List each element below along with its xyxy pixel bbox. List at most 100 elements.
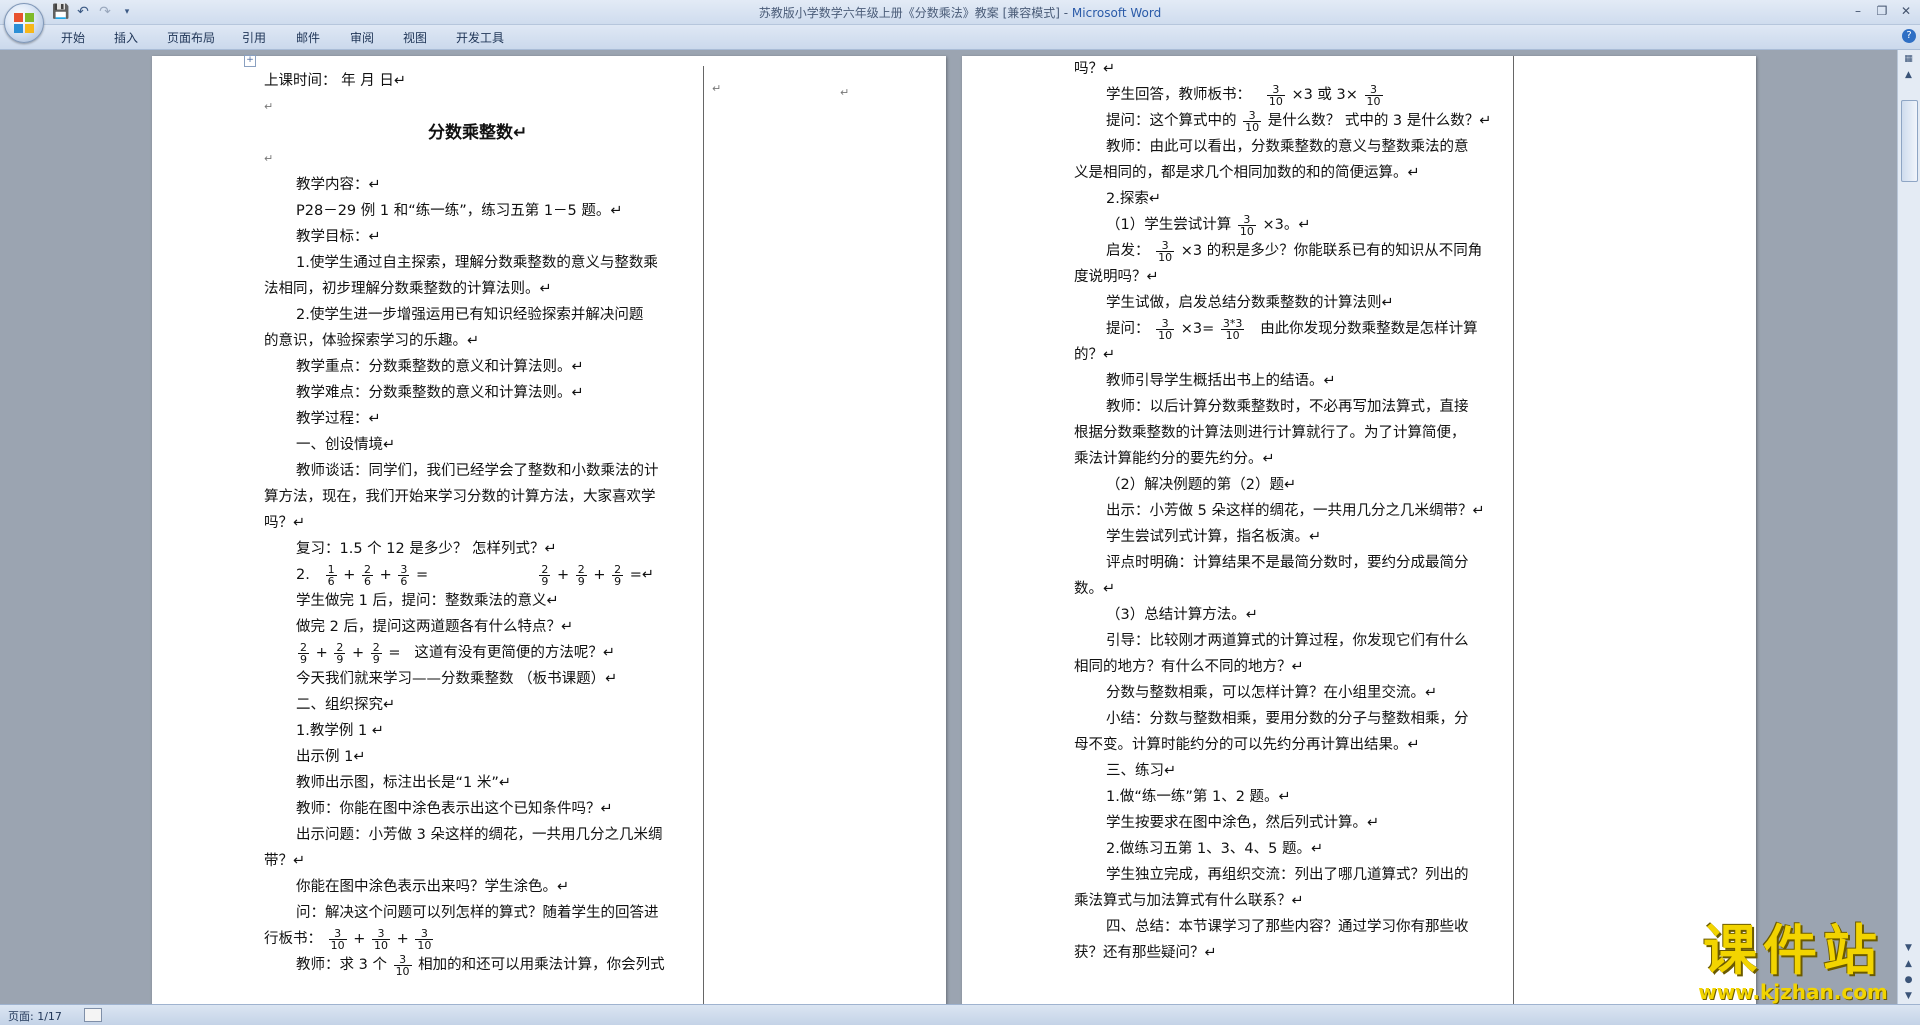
minimize-icon[interactable]: –: [1848, 2, 1868, 20]
scroll-up-icon[interactable]: ▲: [1901, 68, 1916, 82]
text-line: 学生做完 1 后，提问：整数乘法的意义↵: [296, 593, 559, 609]
text-line: 相同的地方？有什么不同的地方？↵: [1074, 659, 1304, 675]
text-line: 2.探索↵: [1106, 191, 1161, 207]
window-title: 苏教版小学数学六年级上册《分数乘法》教案 [兼容模式] - Microsoft …: [0, 4, 1920, 21]
text-line: 问：解决这个问题可以列怎样的算式？随着学生的回答进: [296, 905, 659, 921]
tab-view[interactable]: 视图: [403, 29, 427, 46]
text-line: 分数与整数相乘，可以怎样计算？在小组里交流。↵: [1106, 685, 1438, 701]
try-fraction-line: （1）学生尝试计算 3 10 ×3。↵: [1106, 212, 1311, 238]
paragraph-mark: ↵: [264, 152, 274, 165]
text-line: 学生试做，启发总结分数乘整数的计算法则↵: [1106, 295, 1394, 311]
fraction: 3 10: [1243, 108, 1262, 134]
text-line: 2.做练习五第 1、3、4、5 题。↵: [1106, 841, 1324, 857]
office-button[interactable]: [4, 3, 44, 43]
ribbon-tab-bar: 开始 插入 页面布局 引用 邮件 审阅 视图 开发工具 ?: [0, 25, 1920, 50]
text-line: 教师：你能在图中涂色表示出这个已知条件吗？↵: [296, 801, 613, 817]
document-page-2[interactable]: 吗？↵ 学生回答，教师板书： 3 10 ×3 或 3× 3 10 提问：这个算式中的…: [962, 56, 1756, 1005]
text-line: 出示问题：小芳做 3 朵这样的绸花，一共用几分之几米绸: [296, 827, 663, 843]
text-line: 教师引导学生概括出书上的结语。↵: [1106, 373, 1336, 389]
text-line: 度说明吗？↵: [1074, 269, 1159, 285]
fraction: 36: [398, 562, 410, 588]
fraction: 3 10: [1266, 82, 1285, 108]
text-line: 带？↵: [264, 853, 306, 869]
text-line: 教学内容：↵: [296, 177, 381, 193]
restore-icon[interactable]: ❐: [1872, 2, 1892, 20]
text-line: 二、组织探究↵: [296, 697, 396, 713]
text-line: 算方法，现在，我们开始来学习分数的计算方法，大家喜欢学: [264, 489, 656, 505]
tab-references[interactable]: 引用: [242, 29, 266, 46]
document-area[interactable]: + ↵ ↵ 上课时间： 年 月 日↵ ↵ 分数乘整数↵ ↵ 教学内容：↵ P28…: [0, 50, 1898, 1005]
lesson-title: 分数乘整数↵: [428, 123, 528, 143]
ruler-toggle-icon[interactable]: ▦: [1901, 52, 1916, 66]
text-line: 教学重点：分数乘整数的意义和计算法则。↵: [296, 359, 584, 375]
paragraph-mark: ↵: [264, 100, 274, 113]
help-icon[interactable]: ?: [1902, 29, 1916, 43]
text-line: 复习：1.5 个 12 是多少？ 怎样列式？↵: [296, 541, 557, 557]
text-line: 1.使学生通过自主探索，理解分数乘整数的意义与整数乘: [296, 255, 658, 271]
text-line: P28－29 例 1 和“练一练”，练习五第 1－5 题。↵: [296, 203, 623, 219]
text-line: 教学过程：↵: [296, 411, 381, 427]
text-line: 引导：比较刚才两道算式的计算过程，你发现它们有什么: [1106, 633, 1469, 649]
fraction: 29: [298, 640, 309, 666]
text-line: 你能在图中涂色表示出来吗？学生涂色。↵: [296, 879, 570, 895]
text-line: 教学目标：↵: [296, 229, 381, 245]
fraction: 3 10: [415, 926, 434, 952]
fraction: 3 10: [1364, 82, 1383, 108]
text-line: 教师出示图，标注出长是“1 米”↵: [296, 775, 512, 791]
text-line: 做完 2 后，提问这两道题各有什么特点？↵: [296, 619, 574, 635]
scroll-thumb[interactable]: [1901, 100, 1918, 182]
text-line: 获？还有那些疑问？↵: [1074, 945, 1217, 961]
site-watermark: 课件站 www.kjzhan.com: [1678, 921, 1908, 1004]
text-line: 1.做“练一练”第 1、2 题。↵: [1106, 789, 1291, 805]
tab-home[interactable]: 开始: [61, 29, 85, 46]
office-logo-icon: [14, 13, 34, 33]
fraction-question-line: 29 + 29 + 29 = 这道有没有更简便的方法呢？↵: [298, 640, 615, 666]
text-line: 今天我们就来学习——分数乘整数 （板书课题）↵: [296, 671, 618, 687]
text-line: （2）解决例题的第（2）题↵: [1106, 477, 1297, 493]
watermark-url: www.kjzhan.com: [1698, 980, 1888, 1004]
text-line: 教学难点：分数乘整数的意义和计算法则。↵: [296, 385, 584, 401]
teacher-fraction-line: 教师：求 3 个 3 10 相加的和还可以用乘法计算，你会列式: [296, 952, 665, 978]
table-border: [1513, 56, 1514, 1005]
text-line: 的意识，体验探索学习的乐趣。↵: [264, 333, 480, 349]
tab-page-layout[interactable]: 页面布局: [167, 29, 215, 46]
close-icon[interactable]: ✕: [1896, 2, 1916, 20]
table-move-handle-icon[interactable]: +: [244, 55, 256, 67]
text-line: 母不变。计算时能约分的可以先约分再计算出结果。↵: [1074, 737, 1420, 753]
class-time-line: 上课时间： 年 月 日↵: [264, 73, 406, 89]
fraction: 26: [362, 562, 374, 588]
fraction: 3 10: [1156, 238, 1175, 264]
cell-mark: ↵: [712, 82, 722, 95]
text-line: 出示例 1↵: [296, 749, 366, 765]
text-line: 教师：以后计算分数乘整数时，不必再写加法算式，直接: [1106, 399, 1469, 415]
item-number: 2.: [296, 567, 310, 583]
hint-fraction-line: 启发： 3 10 ×3 的积是多少？你能联系已有的知识从不同角: [1106, 238, 1483, 264]
tab-developer[interactable]: 开发工具: [456, 29, 504, 46]
fraction: 29: [370, 640, 382, 666]
vertical-scrollbar[interactable]: ▦ ▲ ▼ ▲ ● ▼: [1897, 50, 1920, 1005]
fraction: 29: [334, 640, 346, 666]
text-line: 吗？↵: [1074, 61, 1116, 77]
text-line: 2.使学生进一步增强运用已有知识经验探索并解决问题: [296, 307, 644, 323]
document-page-1[interactable]: + ↵ ↵ 上课时间： 年 月 日↵ ↵ 分数乘整数↵ ↵ 教学内容：↵ P28…: [152, 55, 946, 1005]
cell-mark: ↵: [840, 86, 850, 99]
text-line: 学生尝试列式计算，指名板演。↵: [1106, 529, 1322, 545]
text-line: 小结：分数与整数相乘，要用分数的分子与整数相乘，分: [1106, 711, 1469, 727]
fraction: 3 10: [393, 952, 412, 978]
page-count-status[interactable]: 页面: 1/17: [8, 1008, 62, 1024]
text-line: 乘法计算能约分的要先约分。↵: [1074, 451, 1275, 467]
text-line: 四、总结：本节课学习了那些内容？通过学习你有那些收: [1106, 919, 1469, 935]
fraction: 3 10: [1237, 212, 1256, 238]
answer-fraction-line: 学生回答，教师板书： 3 10 ×3 或 3× 3 10: [1106, 82, 1383, 108]
question-fraction-line: 提问：这个算式中的 3 10 是什么数？ 式中的 3 是什么数？↵: [1106, 108, 1492, 134]
proofing-icon[interactable]: [84, 1008, 102, 1022]
fraction: 29: [539, 562, 551, 588]
fraction: 3 10: [328, 926, 347, 952]
review-fraction-line: 2. 16 + 26 + 36 = 29 + 29 + 29 =↵: [296, 562, 655, 588]
text-line: 根据分数乘整数的计算法则进行计算就行了。为了计算简便，: [1074, 425, 1466, 441]
text-line: 教师：由此可以看出，分数乘整数的意义与整数乘法的意: [1106, 139, 1469, 155]
text-line: 学生独立完成，再组织交流：列出了哪几道算式？列出的: [1106, 867, 1469, 883]
tab-review[interactable]: 审阅: [350, 29, 374, 46]
tab-insert[interactable]: 插入: [114, 29, 138, 46]
tab-mailings[interactable]: 邮件: [296, 29, 320, 46]
